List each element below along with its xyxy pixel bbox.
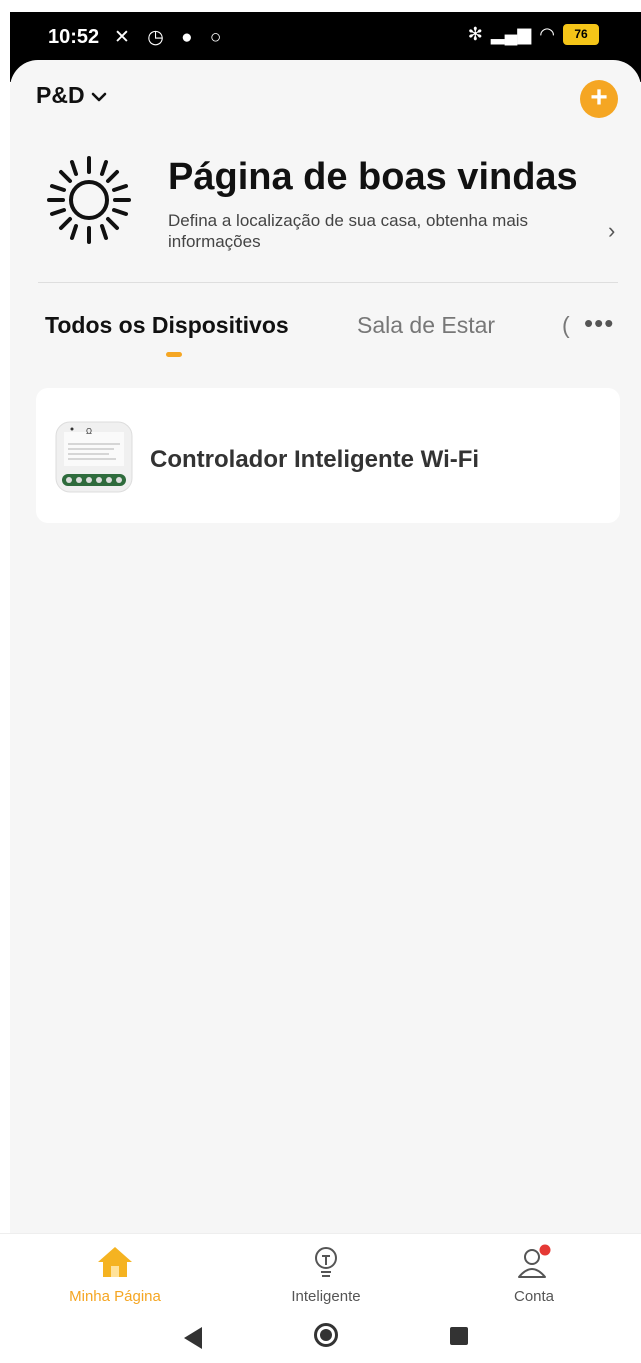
alarm-icon: ◷ [147, 27, 170, 48]
tab-living-room[interactable]: Sala de Estar [357, 312, 495, 339]
status-time: 10:52 [48, 26, 100, 48]
device-card[interactable]: Ω Controlador Inteligente Wi-Fi [36, 388, 620, 523]
recent-apps-icon[interactable] [450, 1327, 468, 1345]
android-navigation-bar [0, 1311, 641, 1363]
app-content: P&D + Página de boas vindas Defina a loc… [10, 60, 641, 1235]
device-name: Controlador Inteligente Wi-Fi [150, 446, 480, 473]
nav-label-my-page: Minha Página [69, 1288, 161, 1305]
tab-all-devices[interactable]: Todos os Dispositivos [45, 312, 289, 339]
chevron-right-icon: › [608, 218, 616, 243]
notification-badge [539, 1244, 551, 1256]
status-notification-icons: ✕ ◷ ● ○ [114, 26, 227, 49]
more-tabs-icon[interactable]: ••• [584, 308, 614, 339]
nav-item-account[interactable]: Conta [464, 1242, 604, 1305]
welcome-banner[interactable]: Página de boas vindas Defina a localizaç… [36, 150, 626, 280]
welcome-title: Página de boas vindas [168, 156, 578, 198]
nav-label-account: Conta [513, 1288, 555, 1305]
add-device-button[interactable]: + [580, 80, 618, 118]
mute-icon: ✕ [114, 27, 136, 48]
svg-text:Ω: Ω [86, 427, 92, 436]
tab-active-indicator [166, 352, 182, 357]
nav-item-smart[interactable]: Inteligente [256, 1242, 396, 1305]
welcome-subtitle: Defina a localização de sua casa, obtenh… [168, 211, 529, 251]
battery-icon: 76 [563, 24, 599, 45]
divider [38, 282, 618, 283]
circle-icon: ○ [209, 27, 228, 48]
spotify-icon: ● [181, 27, 199, 48]
bulb-icon [256, 1242, 396, 1282]
wifi-icon: ◠ [539, 24, 555, 44]
chevron-down-icon [91, 82, 107, 109]
phone-screen: 10:52 ✕ ◷ ● ○ ✻ ▂▄▆ ◠ 76 P&D + Página de… [0, 0, 641, 1363]
home-button-icon[interactable] [314, 1323, 338, 1347]
home-selector[interactable]: P&D [36, 82, 107, 109]
nav-item-my-page[interactable]: Minha Página [45, 1242, 185, 1305]
device-thumbnail: Ω [54, 420, 134, 494]
nav-label-smart: Inteligente [291, 1288, 361, 1305]
signal-icon: ▂▄▆ [490, 24, 532, 44]
bottom-nav: Minha Página Inteligente Conta [0, 1233, 641, 1312]
home-icon [45, 1242, 185, 1282]
status-system-icons: ✻ ▂▄▆ ◠ 76 [468, 24, 599, 45]
tab-clipped[interactable]: ( [562, 312, 570, 339]
sun-icon [44, 150, 134, 250]
back-icon[interactable] [184, 1327, 202, 1349]
plus-icon: + [590, 81, 608, 114]
home-name: P&D [36, 82, 85, 108]
user-icon [464, 1242, 604, 1282]
bluetooth-icon: ✻ [467, 24, 483, 44]
